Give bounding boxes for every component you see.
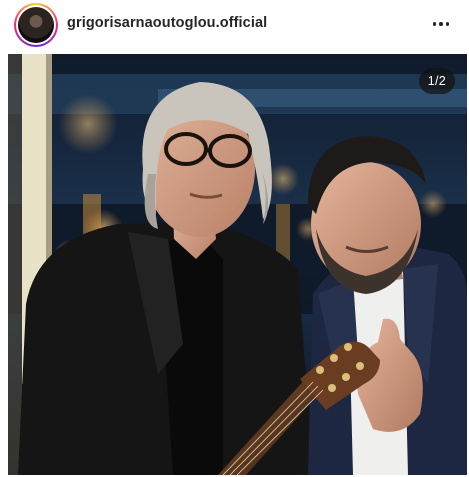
avatar-border <box>16 5 56 45</box>
post-image[interactable]: 1/2 <box>8 54 467 475</box>
more-options-icon[interactable] <box>429 12 453 36</box>
avatar-image <box>18 7 54 43</box>
post-header: grigorisarnaoutoglou.official <box>0 0 469 50</box>
carousel-counter: 1/2 <box>418 68 455 94</box>
more-dot <box>439 22 443 26</box>
post-photo-illustration <box>8 54 467 475</box>
username[interactable]: grigorisarnaoutoglou.official <box>67 15 267 31</box>
more-dot <box>445 22 450 26</box>
more-dot <box>432 22 437 26</box>
avatar[interactable] <box>14 3 58 47</box>
